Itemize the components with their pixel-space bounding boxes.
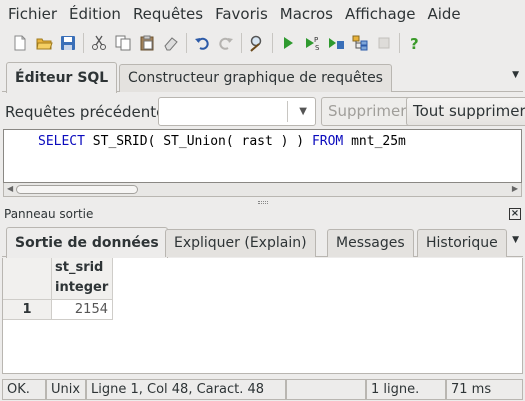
undo-icon[interactable] (190, 31, 214, 55)
execute-icon[interactable] (276, 31, 300, 55)
menubar: Fichier Édition Requêtes Favoris Macros … (0, 0, 525, 28)
tab-graphical-query-builder[interactable]: Constructeur graphique de requêtes (119, 64, 392, 92)
new-file-icon[interactable] (8, 31, 32, 55)
toolbar-separator (83, 33, 84, 53)
help-icon[interactable]: ? (403, 31, 427, 55)
sql-keyword-select: SELECT (38, 134, 85, 149)
statusbar: OK. Unix Ligne 1, Col 48, Caract. 48 1 l… (0, 378, 525, 401)
combo-separator (287, 101, 288, 122)
previous-queries-label: Requêtes précédentes (5, 103, 174, 121)
tab-history[interactable]: Historique (417, 229, 507, 257)
svg-text:P: P (314, 36, 318, 44)
sql-editor[interactable]: SELECT ST_SRID( ST_Union( rast ) ) FROM … (3, 129, 522, 183)
clear-icon[interactable] (159, 31, 183, 55)
chevron-down-icon[interactable]: ▼ (299, 106, 307, 117)
stop-icon[interactable] (372, 31, 396, 55)
scroll-right-icon[interactable]: ▶ (512, 184, 518, 193)
menu-macros[interactable]: Macros (274, 0, 339, 28)
editor-tabs: Éditeur SQL Constructeur graphique de re… (2, 62, 523, 93)
sql-text: ST_SRID( ST_Union( rast ) ) (84, 134, 312, 149)
find-icon[interactable] (245, 31, 269, 55)
menu-edition[interactable]: Édition (63, 0, 127, 28)
execute-pgscript-icon[interactable]: PS (300, 31, 324, 55)
toolbar: PS ? (0, 28, 525, 58)
column-header[interactable]: st_srid integer (52, 258, 113, 300)
sql-keyword-from: FROM (311, 134, 344, 149)
status-cursor-position: Ligne 1, Col 48, Caract. 48 (86, 379, 286, 400)
toolbar-separator (241, 33, 242, 53)
splitter-grip[interactable] (258, 201, 268, 204)
previous-queries-row: Requêtes précédentes ▼ Supprimer Tout su… (0, 96, 525, 128)
save-icon[interactable] (56, 31, 80, 55)
row-number[interactable]: 1 (3, 300, 52, 320)
tab-data-output[interactable]: Sortie de données (6, 227, 168, 258)
explain-icon[interactable] (348, 31, 372, 55)
sql-text: mnt_25m (343, 134, 406, 149)
open-folder-icon[interactable] (32, 31, 56, 55)
grid-corner[interactable] (3, 258, 52, 300)
menu-requetes[interactable]: Requêtes (127, 0, 209, 28)
paste-icon[interactable] (135, 31, 159, 55)
svg-text:S: S (315, 44, 320, 52)
menu-fichier[interactable]: Fichier (2, 0, 63, 28)
status-line-ending: Unix (46, 379, 86, 400)
menu-favoris[interactable]: Favoris (209, 0, 274, 28)
menu-affichage[interactable]: Affichage (339, 0, 421, 28)
tabs-dropdown-arrow-icon[interactable]: ▼ (512, 70, 519, 80)
editor-horizontal-scrollbar[interactable]: ◀ ▶ (3, 183, 522, 197)
cut-icon[interactable] (87, 31, 111, 55)
close-icon[interactable]: × (509, 208, 521, 220)
delete-all-button[interactable]: Tout supprimer (406, 97, 525, 126)
delete-button[interactable]: Supprimer (321, 97, 414, 126)
copy-icon[interactable] (111, 31, 135, 55)
result-grid[interactable]: st_srid integer 1 2154 (2, 258, 523, 374)
column-name: st_srid (55, 260, 104, 275)
table-cell[interactable]: 2154 (52, 300, 113, 320)
svg-text:?: ? (410, 35, 419, 52)
redo-icon[interactable] (214, 31, 238, 55)
status-empty (286, 379, 366, 400)
tab-sql-editor[interactable]: Éditeur SQL (6, 62, 118, 93)
output-panel-title: Panneau sortie (4, 207, 94, 221)
toolbar-separator (272, 33, 273, 53)
scrollbar-thumb[interactable] (16, 185, 138, 194)
toolbar-separator (186, 33, 187, 53)
tab-messages[interactable]: Messages (327, 229, 414, 257)
toolbar-separator (399, 33, 400, 53)
menu-aide[interactable]: Aide (421, 0, 466, 28)
previous-queries-combo[interactable]: ▼ (158, 97, 316, 126)
status-row-count: 1 ligne. (366, 379, 446, 400)
tab-explain[interactable]: Expliquer (Explain) (165, 229, 316, 257)
sql-line-1: SELECT ST_SRID( ST_Union( rast ) ) FROM … (38, 134, 406, 149)
output-tabs: Sortie de données Expliquer (Explain) Me… (2, 227, 523, 258)
column-type: integer (55, 280, 109, 295)
status-elapsed-time: 71 ms (446, 379, 523, 400)
status-state: OK. (2, 379, 46, 400)
tabs-dropdown-arrow-icon[interactable]: ▼ (512, 235, 519, 245)
scroll-left-icon[interactable]: ◀ (7, 184, 13, 193)
execute-to-file-icon[interactable] (324, 31, 348, 55)
